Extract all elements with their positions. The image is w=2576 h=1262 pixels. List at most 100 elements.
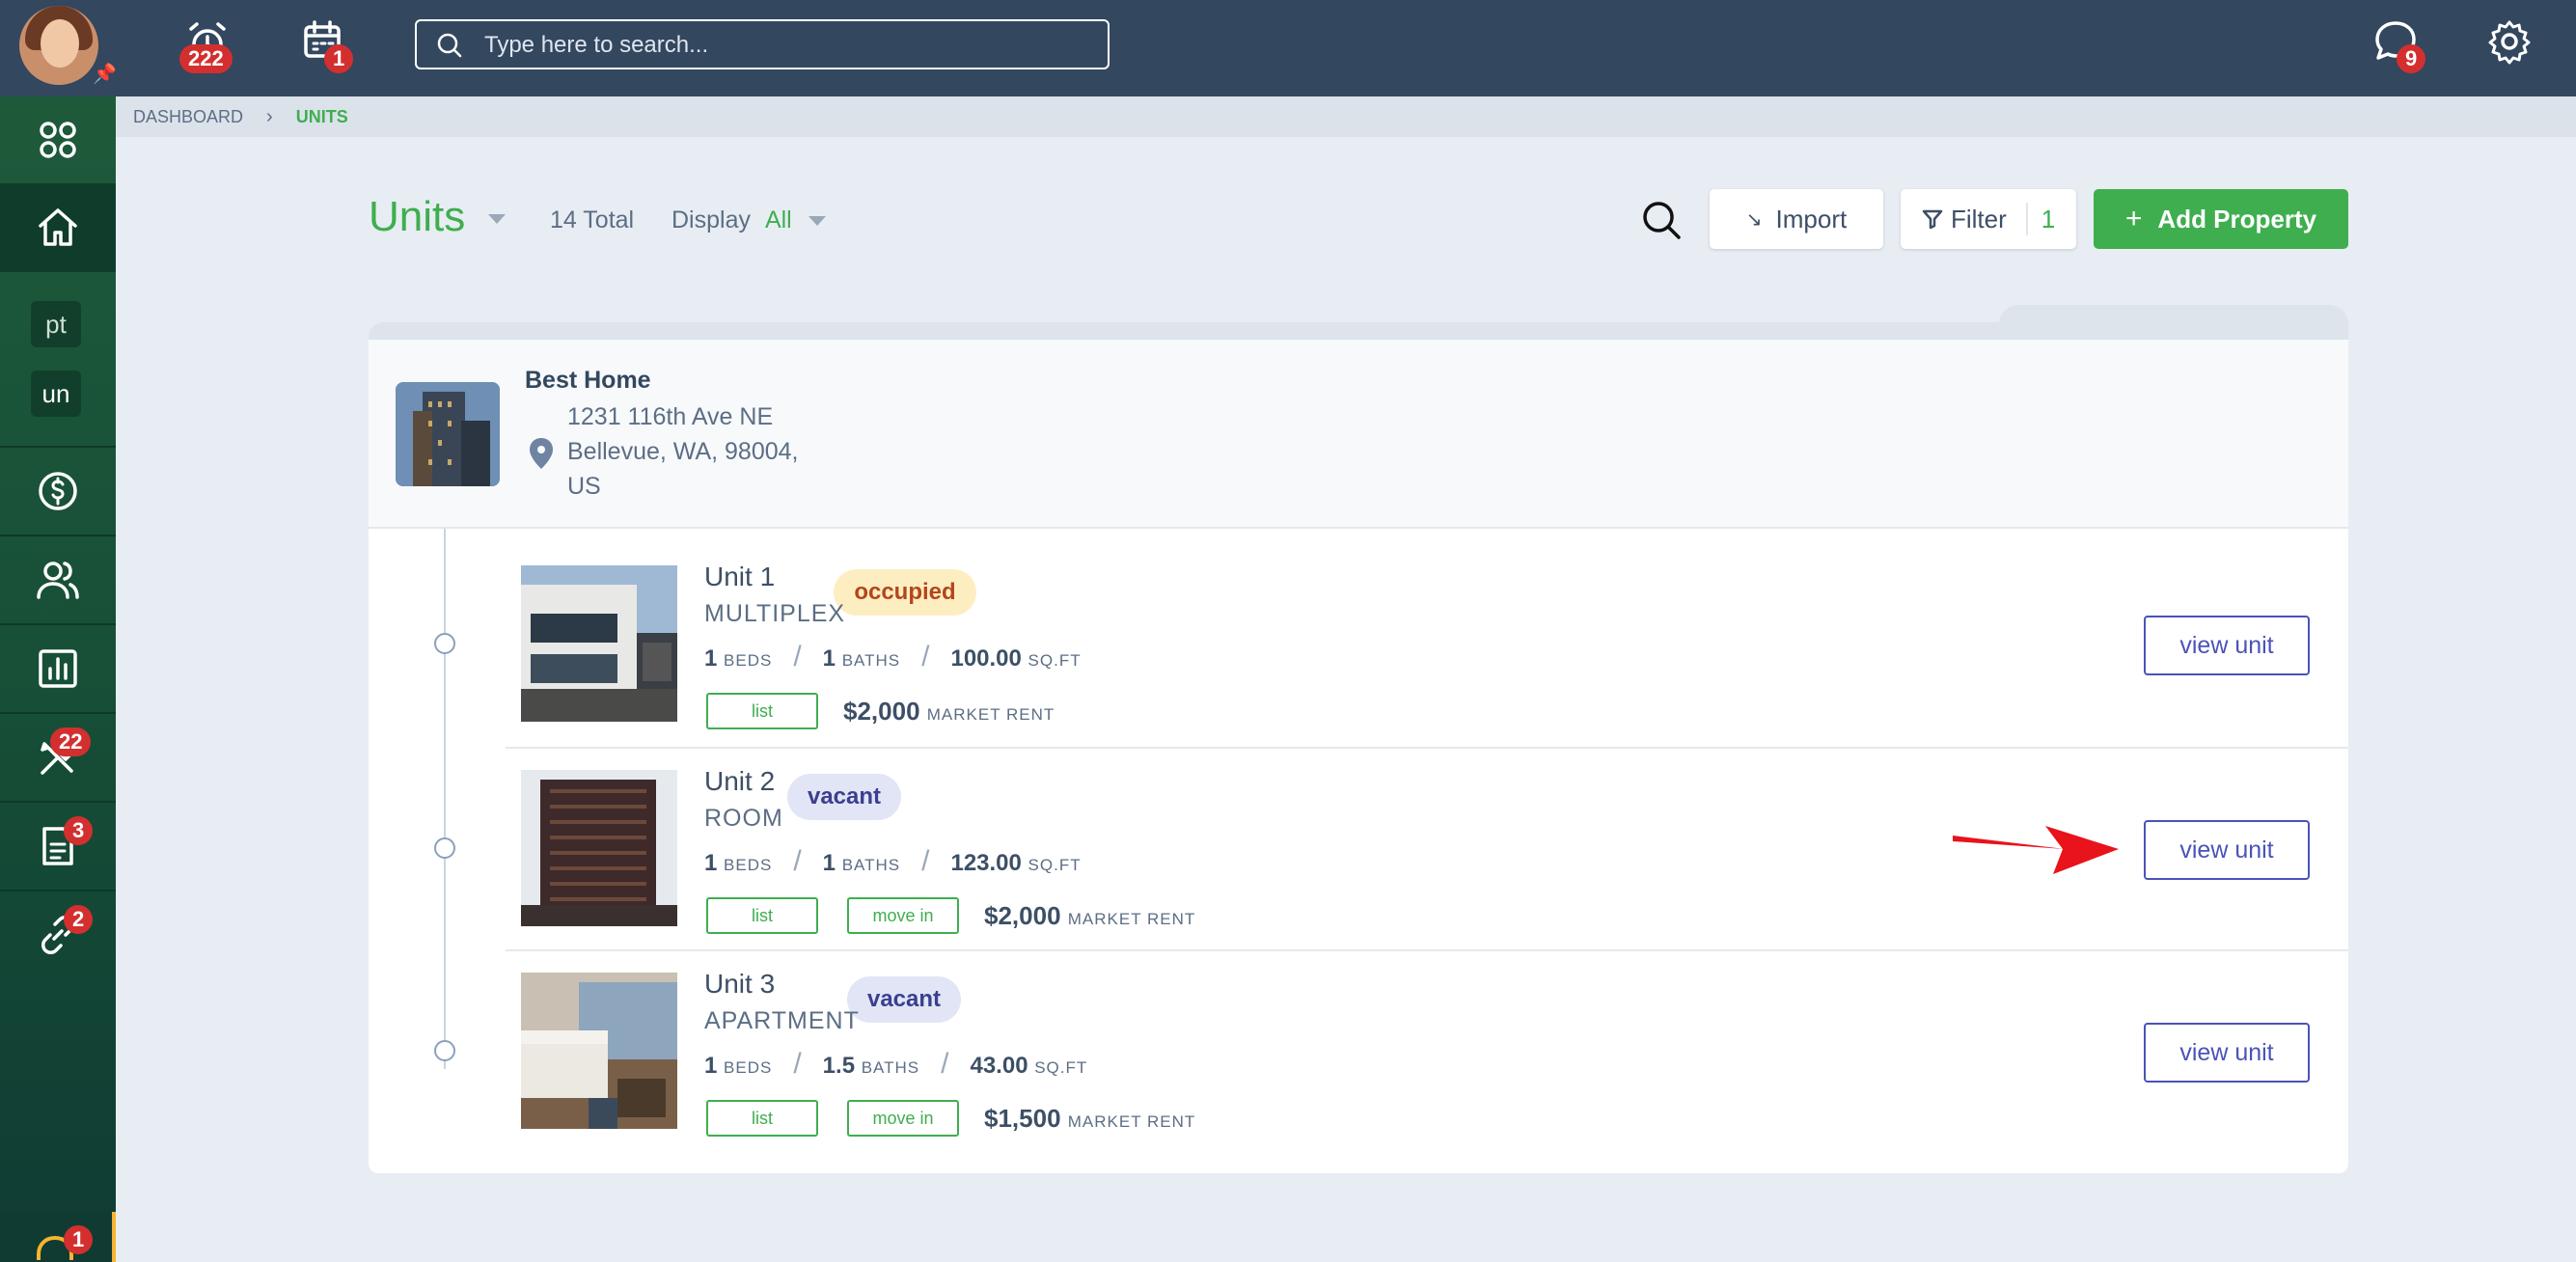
sidebar-item-documents[interactable] bbox=[0, 803, 116, 890]
timeline-dot bbox=[434, 1040, 455, 1061]
unit-rent: $1,500 MARKET RENT bbox=[984, 1100, 1195, 1140]
list-chip[interactable]: list bbox=[706, 897, 818, 934]
red-arrow-icon bbox=[1953, 826, 2119, 874]
breadcrumb-dashboard[interactable]: DASHBOARD bbox=[133, 107, 243, 127]
chart-icon bbox=[39, 649, 77, 688]
rent-label: MARKET RENT bbox=[1067, 1112, 1196, 1131]
move-in-chip[interactable]: move in bbox=[847, 1100, 959, 1137]
sidebar-item-pt[interactable]: pt bbox=[31, 301, 81, 347]
search-icon bbox=[436, 32, 463, 64]
sidebar-item-un[interactable]: un bbox=[31, 370, 81, 417]
pin-icon: 📌 bbox=[93, 64, 117, 85]
sidebar-item-maintenance[interactable] bbox=[0, 714, 116, 801]
unit-stats: 1 BEDS/1 BATHS/100.00 SQ.FT bbox=[704, 641, 1082, 672]
filter-button[interactable]: Filter 1 bbox=[1901, 189, 2076, 249]
unit-row: Unit 1 occupied MULTIPLEX 1 BEDS/1 BATHS… bbox=[506, 531, 2348, 733]
status-badge: vacant bbox=[847, 976, 961, 1023]
unit-name[interactable]: Unit 1 bbox=[704, 562, 775, 592]
rent-value: $2,000 bbox=[984, 901, 1061, 930]
address-line-3: US bbox=[567, 473, 601, 500]
unit-stats: 1 BEDS/1 BATHS/123.00 SQ.FT bbox=[704, 845, 1082, 877]
beds-value: 1 bbox=[704, 645, 718, 672]
rent-value: $2,000 bbox=[843, 697, 920, 726]
sqft-value: 43.00 bbox=[970, 1053, 1028, 1079]
sidebar: pt un 22 3 2 bbox=[0, 96, 116, 1262]
location-pin-icon bbox=[527, 436, 556, 476]
sqft-label: SQ.FT bbox=[1028, 856, 1082, 874]
page-title[interactable]: Units bbox=[369, 193, 507, 241]
display-label: Display bbox=[671, 206, 751, 233]
beds-value: 1 bbox=[704, 850, 718, 876]
view-unit-button[interactable]: view unit bbox=[2144, 1023, 2310, 1083]
gear-icon[interactable] bbox=[2485, 17, 2534, 66]
documents-badge: 3 bbox=[64, 816, 94, 845]
sidebar-item-links[interactable] bbox=[0, 892, 116, 978]
unit-image bbox=[521, 770, 677, 926]
unit-image bbox=[521, 973, 677, 1129]
sidebar-item-reports[interactable] bbox=[0, 625, 116, 712]
beds-value: 1 bbox=[704, 1053, 718, 1079]
grid-icon bbox=[40, 122, 76, 158]
sqft-value: 123.00 bbox=[950, 850, 1022, 876]
beds-label: BEDS bbox=[724, 856, 773, 874]
list-chip[interactable]: list bbox=[706, 1100, 818, 1137]
unit-type: MULTIPLEX bbox=[704, 600, 846, 627]
user-avatar[interactable] bbox=[19, 6, 98, 85]
import-button[interactable]: ↘ Import bbox=[1710, 189, 1883, 249]
page-title-text: Units bbox=[369, 193, 466, 240]
unit-type: APARTMENT bbox=[704, 1007, 860, 1034]
calendar-badge: 1 bbox=[324, 44, 354, 73]
beds-label: BEDS bbox=[724, 651, 773, 670]
sidebar-item-accounting[interactable] bbox=[0, 448, 116, 535]
baths-value: 1 bbox=[822, 645, 836, 672]
sqft-label: SQ.FT bbox=[1034, 1058, 1088, 1077]
caret-down-icon bbox=[808, 216, 826, 227]
beds-label: BEDS bbox=[724, 1058, 773, 1077]
dollar-icon bbox=[39, 472, 77, 510]
property-image bbox=[396, 382, 500, 486]
address-line-2: Bellevue, WA, 98004, bbox=[567, 438, 799, 465]
total-count: 14 Total bbox=[550, 206, 635, 233]
search-box[interactable] bbox=[415, 19, 1110, 69]
status-badge: occupied bbox=[834, 569, 976, 616]
view-unit-button[interactable]: view unit bbox=[2144, 820, 2310, 880]
unit-rent: $2,000 MARKET RENT bbox=[984, 897, 1195, 938]
unit-name[interactable]: Unit 2 bbox=[704, 766, 775, 797]
plus-icon: + bbox=[2124, 203, 2143, 234]
breadcrumb-current: UNITS bbox=[295, 106, 348, 126]
baths-value: 1 bbox=[822, 850, 836, 876]
chevron-right-icon: › bbox=[266, 105, 273, 127]
property-address: 1231 116th Ave NE Bellevue, WA, 98004, U… bbox=[567, 399, 799, 504]
property-name: Best Home bbox=[525, 367, 651, 394]
property-card: Best Home 1231 116th Ave NE Bellevue, WA… bbox=[369, 340, 2348, 1173]
help-button[interactable]: 1 bbox=[0, 1212, 116, 1262]
baths-label: BATHS bbox=[841, 651, 901, 670]
view-unit-button[interactable]: view unit bbox=[2144, 616, 2310, 675]
unit-image bbox=[521, 565, 677, 722]
sqft-value: 100.00 bbox=[950, 645, 1022, 672]
filter-label: Filter bbox=[1951, 204, 2007, 233]
users-icon bbox=[37, 562, 79, 599]
property-header[interactable]: Best Home 1231 116th Ave NE Bellevue, WA… bbox=[369, 340, 2348, 529]
help-badge: 1 bbox=[64, 1225, 94, 1254]
display-value: All bbox=[764, 206, 792, 233]
filter-count: 1 bbox=[2041, 204, 2056, 233]
add-property-button[interactable]: + Add Property bbox=[2094, 189, 2348, 249]
add-property-label: Add Property bbox=[2157, 204, 2317, 233]
unit-rent: $2,000 MARKET RENT bbox=[843, 693, 1055, 733]
links-badge: 2 bbox=[64, 905, 94, 934]
sidebar-item-people[interactable] bbox=[0, 536, 116, 623]
move-in-chip[interactable]: move in bbox=[847, 897, 959, 934]
import-label: Import bbox=[1775, 204, 1848, 233]
search-icon[interactable] bbox=[1640, 199, 1683, 246]
sidebar-item-home[interactable] bbox=[0, 183, 116, 272]
filter-icon bbox=[1922, 209, 1943, 230]
breadcrumb: DASHBOARD › UNITS bbox=[116, 96, 2576, 137]
alarm-badge: 222 bbox=[179, 44, 233, 73]
sidebar-item-apps[interactable] bbox=[0, 96, 116, 183]
unit-name[interactable]: Unit 3 bbox=[704, 969, 775, 1000]
search-input[interactable] bbox=[484, 31, 1082, 60]
display-filter[interactable]: Display All bbox=[671, 206, 826, 234]
list-chip[interactable]: list bbox=[706, 693, 818, 729]
caret-down-icon bbox=[488, 214, 507, 225]
